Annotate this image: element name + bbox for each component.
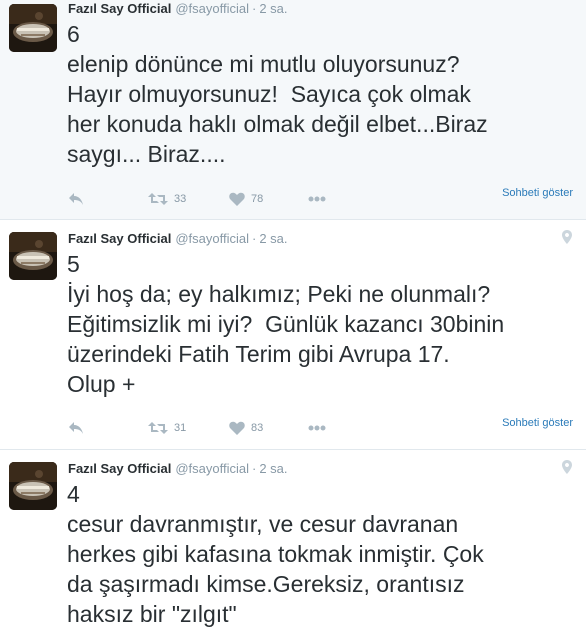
more-icon: [308, 196, 326, 202]
avatar-image: [9, 4, 57, 52]
fullname[interactable]: Fazıl Say Official: [68, 461, 171, 476]
avatar-image: [9, 232, 57, 280]
username[interactable]: @fsayofficial: [175, 1, 249, 16]
heart-icon: [229, 421, 245, 435]
retweet-button[interactable]: 33: [148, 189, 186, 209]
like-button[interactable]: 83: [229, 418, 263, 438]
avatar-image: [9, 462, 57, 510]
tweet[interactable]: Fazıl Say Official @fsayofficial · 2 sa. 6 …: [0, 0, 586, 220]
retweet-icon: [148, 422, 168, 434]
tweet[interactable]: Fazıl Say Official @fsayofficial · 2 sa. 5 …: [0, 220, 586, 450]
like-button[interactable]: 78: [229, 189, 263, 209]
tweet-text: 5 İyi hoş da; ey halkımız; Peki ne olunm…: [67, 251, 505, 397]
reply-button[interactable]: [68, 189, 84, 209]
separator: ·: [251, 231, 257, 246]
timestamp[interactable]: 2 sa.: [259, 461, 287, 476]
avatar[interactable]: [9, 232, 57, 280]
fullname[interactable]: Fazıl Say Official: [68, 231, 171, 246]
reply-icon: [69, 422, 83, 434]
tweet-actions: 31 83: [68, 418, 573, 438]
retweet-icon: [148, 193, 168, 205]
heart-icon: [229, 192, 245, 206]
like-count: 78: [251, 193, 264, 205]
retweet-count: 31: [174, 422, 187, 434]
tweet-text: 4 cesur davranmıştır, ve cesur davranan …: [67, 481, 484, 627]
reply-icon: [69, 193, 83, 205]
separator: ·: [251, 1, 257, 16]
location-pin-icon[interactable]: [562, 230, 572, 244]
username[interactable]: @fsayofficial: [175, 461, 249, 476]
more-button[interactable]: [308, 189, 326, 209]
separator: ·: [251, 461, 257, 476]
avatar[interactable]: [9, 462, 57, 510]
timestamp[interactable]: 2 sa.: [259, 231, 287, 246]
more-button[interactable]: [308, 418, 326, 438]
retweet-button[interactable]: 31: [148, 418, 186, 438]
tweet-header: Fazıl Say Official @fsayofficial · 2 sa.: [68, 0, 288, 18]
location-pin-icon[interactable]: [562, 460, 572, 474]
reply-button[interactable]: [68, 418, 84, 438]
like-count: 83: [251, 422, 264, 434]
show-conversation-link[interactable]: Sohbeti göster: [502, 417, 573, 429]
fullname[interactable]: Fazıl Say Official: [68, 1, 171, 16]
timestamp[interactable]: 2 sa.: [259, 1, 287, 16]
retweet-count: 33: [174, 193, 187, 205]
username[interactable]: @fsayofficial: [175, 231, 249, 246]
tweet-text: 6 elenip dönünce mi mutlu oluyorsunuz? H…: [67, 21, 488, 167]
show-conversation-link[interactable]: Sohbeti göster: [502, 187, 573, 199]
more-icon: [308, 425, 326, 431]
tweet-header: Fazıl Say Official @fsayofficial · 2 sa.: [68, 230, 288, 248]
avatar[interactable]: [9, 4, 57, 52]
tweet[interactable]: Fazıl Say Official @fsayofficial · 2 sa. 4 …: [0, 450, 586, 643]
tweet-actions: 33 78: [68, 189, 573, 209]
tweet-header: Fazıl Say Official @fsayofficial · 2 sa.: [68, 460, 288, 478]
